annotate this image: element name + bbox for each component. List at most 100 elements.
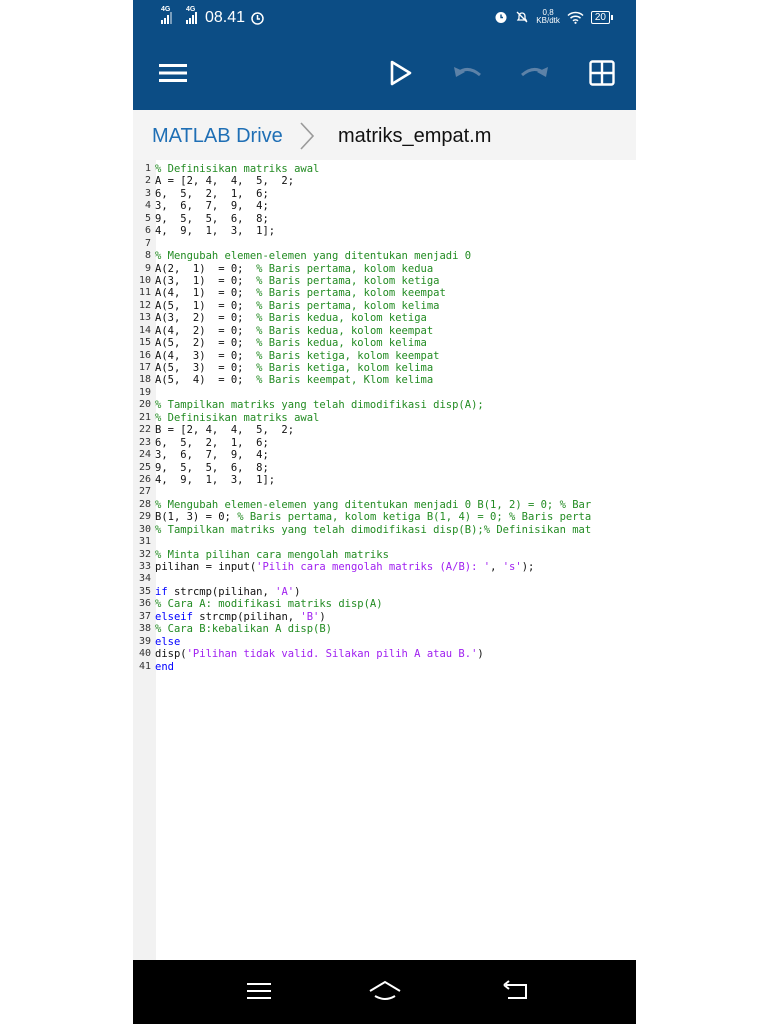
code-editor[interactable]: 1 % Definisikan matriks awal 2 A = [2, 4, 4… — [133, 160, 636, 960]
code-line[interactable]: 20 % Tampilkan matriks yang telah dimodif… — [133, 399, 636, 411]
network-speed-unit: KB/dtk — [536, 16, 560, 25]
line-number: 12 — [138, 299, 151, 311]
code-line[interactable]: 28 % Mengubah elemen-elemen yang ditentuk… — [133, 499, 636, 511]
undo-icon — [454, 67, 481, 77]
code-line[interactable]: 8 % Mengubah elemen-elemen yang ditentuka… — [133, 250, 636, 262]
view-button[interactable] — [585, 56, 619, 90]
line-text: % Mengubah elemen-elemen yang ditentukan… — [155, 250, 471, 262]
code-line[interactable]: 14 A(4, 2) = 0; % Baris kedua, kolom keem… — [133, 325, 636, 337]
code-token-plain: ) — [319, 610, 326, 623]
code-token-plain: A(5, 2) = 0; — [155, 337, 257, 350]
code-token-keyword: end — [155, 660, 174, 673]
top-bar: 4G 4G 08.41 0,8 KB/dtk 20 — [133, 0, 636, 110]
line-number: 13 — [138, 312, 151, 324]
code-line[interactable]: 3 6, 5, 2, 1, 6; — [133, 188, 636, 200]
code-line[interactable]: 10 A(3, 1) = 0; % Baris pertama, kolom ke… — [133, 275, 636, 287]
undo-button[interactable] — [451, 56, 485, 90]
battery-indicator: 20 — [590, 10, 614, 24]
code-line[interactable]: 25 9, 5, 5, 6, 8; — [133, 462, 636, 474]
sim2-network-label: 4G — [186, 6, 196, 13]
line-text: A(3, 2) = 0; % Baris kedua, kolom ketiga — [155, 312, 427, 324]
code-line[interactable]: 24 3, 6, 7, 9, 4; — [133, 449, 636, 461]
code-token-comment: % Baris kedua, kolom keempat — [256, 324, 434, 337]
code-token-comment: % Tampilkan matriks yang telah dimodifik… — [155, 523, 592, 536]
line-text: A(5, 4) = 0; % Baris keempat, Klom kelim… — [155, 374, 433, 386]
code-line[interactable]: 30 % Tampilkan matriks yang telah dimodif… — [133, 524, 636, 536]
code-line[interactable]: 23 6, 5, 2, 1, 6; — [133, 437, 636, 449]
line-text: % Tampilkan matriks yang telah dimodifik… — [155, 399, 484, 411]
code-line[interactable]: 21 % Definisikan matriks awal — [133, 412, 636, 424]
code-line[interactable]: 4 3, 6, 7, 9, 4; — [133, 200, 636, 212]
code-line[interactable]: 29 B(1, 3) = 0; % Baris pertama, kolom ke… — [133, 511, 636, 523]
recent-apps-button[interactable] — [239, 974, 279, 1008]
code-line[interactable]: 31 — [133, 536, 636, 548]
line-text: 3, 6, 7, 9, 4; — [155, 449, 269, 461]
line-text: A(2, 1) = 0; % Baris pertama, kolom kedu… — [155, 263, 433, 275]
status-right: 0,8 KB/dtk 20 — [494, 9, 614, 25]
code-line[interactable]: 36 % Cara A: modifikasi matriks disp(A) — [133, 598, 636, 610]
code-token-comment: % Baris keempat, Klom kelima — [256, 374, 434, 387]
home-button[interactable] — [365, 974, 405, 1008]
line-number: 21 — [138, 411, 151, 423]
code-token-string: 'Pilih cara mengolah matriks (A/B): ' — [256, 561, 491, 573]
code-line[interactable]: 18 A(5, 4) = 0; % Baris keempat, Klom kel… — [133, 374, 636, 386]
code-line[interactable]: 9 A(2, 1) = 0; % Baris pertama, kolom ked… — [133, 263, 636, 275]
code-line[interactable]: 41 end — [133, 661, 636, 673]
code-line[interactable]: 17 A(5, 3) = 0; % Baris ketiga, kolom kel… — [133, 362, 636, 374]
line-number: 28 — [138, 498, 151, 510]
redo-button[interactable] — [517, 56, 551, 90]
line-number: 41 — [138, 660, 151, 672]
back-button[interactable] — [496, 974, 536, 1008]
code-line[interactable]: 40 disp('Pilihan tidak valid. Silakan pil… — [133, 648, 636, 660]
sim1-network-label: 4G — [161, 6, 171, 13]
line-number: 32 — [138, 548, 151, 560]
code-line[interactable]: 32 % Minta pilihan cara mengolah matriks — [133, 549, 636, 561]
code-line[interactable]: 33 pilihan = input('Pilih cara mengolah m… — [133, 561, 636, 573]
code-line[interactable]: 12 A(5, 1) = 0; % Baris pertama, kolom ke… — [133, 300, 636, 312]
code-line[interactable]: 35 if strcmp(pilihan, 'A') — [133, 586, 636, 598]
line-number: 33 — [138, 561, 151, 572]
line-number: 14 — [138, 324, 151, 336]
code-line[interactable]: 6 4, 9, 1, 3, 1]; — [133, 225, 636, 237]
code-line[interactable]: 2 A = [2, 4, 4, 5, 2; — [133, 175, 636, 187]
hamburger-menu-icon — [159, 64, 187, 82]
code-token-comment: % Cara B:kebalikan A disp(B) — [155, 623, 333, 636]
line-text: % Definisikan matriks awal — [155, 163, 319, 175]
code-token-plain: pilihan = input( — [155, 561, 257, 573]
phone-screen: 4G 4G 08.41 0,8 KB/dtk 20 MATLAB Drive m… — [133, 0, 636, 1024]
code-line[interactable]: 34 — [133, 573, 636, 585]
line-text: elseif strcmp(pilihan, 'B') — [155, 611, 326, 623]
line-number: 6 — [144, 225, 151, 237]
code-line[interactable]: 26 4, 9, 1, 3, 1]; — [133, 474, 636, 486]
code-line[interactable]: 7 — [133, 238, 636, 250]
line-number: 34 — [138, 573, 151, 585]
code-line[interactable]: 39 else — [133, 636, 636, 648]
menu-button[interactable] — [156, 56, 190, 90]
code-line[interactable]: 11 A(4, 1) = 0; % Baris pertama, kolom ke… — [133, 287, 636, 299]
code-line[interactable]: 16 A(4, 3) = 0; % Baris ketiga, kolom kee… — [133, 350, 636, 362]
code-line[interactable]: 37 elseif strcmp(pilihan, 'B') — [133, 611, 636, 623]
code-line[interactable]: 15 A(5, 2) = 0; % Baris kedua, kolom keli… — [133, 337, 636, 349]
line-text: % Definisikan matriks awal — [155, 412, 319, 424]
run-button[interactable] — [384, 56, 418, 90]
code-line[interactable]: 22 B = [2, 4, 4, 5, 2; — [133, 424, 636, 436]
line-number: 19 — [138, 386, 151, 398]
code-token-plain: 4, 9, 1, 3, 1]; — [155, 473, 276, 486]
code-line[interactable]: 1 % Definisikan matriks awal — [133, 163, 636, 175]
code-line[interactable]: 13 A(3, 2) = 0; % Baris kedua, kolom keti… — [133, 312, 636, 324]
line-text: A = [2, 4, 4, 5, 2; — [155, 175, 294, 187]
code-line[interactable]: 38 % Cara B:kebalikan A disp(B) — [133, 623, 636, 635]
code-token-comment: % Cara A: modifikasi matriks disp(A) — [155, 598, 383, 611]
line-text: % Cara B:kebalikan A disp(B) — [155, 623, 332, 635]
code-token-plain: 6, 5, 2, 1, 6; — [155, 436, 269, 449]
line-number: 9 — [144, 262, 151, 274]
line-text: 9, 5, 5, 6, 8; — [155, 213, 269, 225]
code-line[interactable]: 27 — [133, 486, 636, 498]
breadcrumb-root-link[interactable]: MATLAB Drive — [152, 125, 283, 148]
code-token-string: 's' — [502, 561, 522, 573]
code-token-plain: strcmp(pilihan, — [167, 585, 276, 598]
code-token-comment: % Baris ketiga, kolom kelima — [256, 362, 434, 374]
code-line[interactable]: 5 9, 5, 5, 6, 8; — [133, 213, 636, 225]
line-number: 2 — [144, 175, 151, 187]
code-line[interactable]: 19 — [133, 387, 636, 399]
